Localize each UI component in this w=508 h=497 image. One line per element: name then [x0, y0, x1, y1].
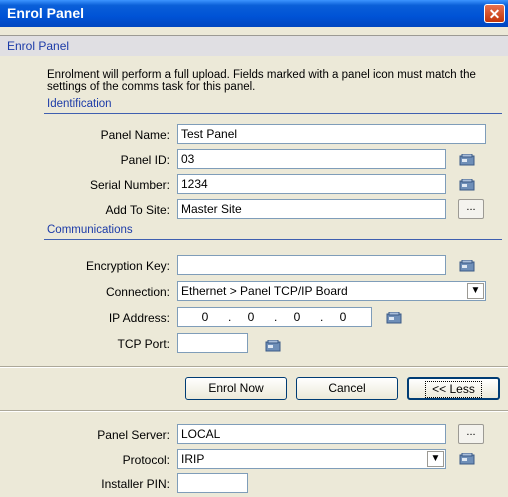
advanced-divider-highlight [0, 411, 508, 412]
server-browse-button[interactable]: ... [458, 424, 484, 444]
panel-icon [459, 260, 475, 272]
panel-name-field[interactable]: Test Panel [177, 124, 486, 144]
connection-label: Connection: [105, 285, 170, 299]
communications-divider [44, 239, 502, 240]
tcp-port-field[interactable] [177, 333, 248, 353]
panel-icon [459, 453, 475, 465]
ip-octet-3: 0 [293, 310, 301, 324]
panel-header: Enrol Panel [0, 36, 508, 56]
buttons-divider-highlight [0, 367, 508, 368]
panel-name-label: Panel Name: [100, 128, 170, 142]
ip-dot: . [228, 310, 232, 324]
communications-heading: Communications [47, 224, 133, 236]
encryption-key-field[interactable] [177, 255, 446, 275]
ip-dot: . [274, 310, 278, 324]
ip-octet-1: 0 [201, 310, 209, 324]
protocol-select[interactable]: IRIP [177, 449, 446, 469]
panel-server-field[interactable]: LOCAL [177, 424, 446, 444]
connection-select[interactable]: Ethernet > Panel TCP/IP Board [177, 281, 486, 301]
panel-icon [265, 340, 281, 352]
add-to-site-field[interactable]: Master Site [177, 199, 446, 219]
connection-value: Ethernet > Panel TCP/IP Board [181, 284, 348, 298]
installer-pin-field[interactable] [177, 473, 248, 493]
title-bar[interactable]: Enrol Panel ✕ [0, 0, 508, 27]
connection-dropdown-arrow-icon[interactable]: ▼ [467, 283, 484, 299]
encryption-key-label: Encryption Key: [85, 259, 170, 273]
panel-id-label: Panel ID: [120, 153, 170, 167]
panel-icon [459, 179, 475, 191]
serial-number-label: Serial Number: [89, 178, 170, 192]
enrol-now-button[interactable]: Enrol Now [185, 377, 287, 400]
panel-header-label: Enrol Panel [7, 39, 70, 53]
cancel-button[interactable]: Cancel [296, 377, 398, 400]
panel-icon [386, 312, 402, 324]
enrol-panel-dialog: Enrol Panel ✕ Enrol Panel Enrolment will… [0, 0, 508, 497]
less-button-label: << Less [425, 381, 482, 398]
ip-address-label: IP Address: [108, 311, 170, 325]
panel-id-field[interactable]: 03 [177, 149, 446, 169]
site-browse-button[interactable]: ... [458, 199, 484, 219]
enrolment-description: Enrolment will perform a full upload. Fi… [47, 69, 476, 93]
identification-heading: Identification [47, 98, 112, 110]
protocol-dropdown-arrow-icon[interactable]: ▼ [427, 451, 444, 467]
ip-octet-2: 0 [247, 310, 255, 324]
identification-divider [44, 113, 502, 114]
add-to-site-label: Add To Site: [105, 203, 171, 217]
less-button[interactable]: << Less [407, 377, 500, 400]
ip-dot: . [320, 310, 324, 324]
serial-number-field[interactable]: 1234 [177, 174, 446, 194]
tcp-port-label: TCP Port: [117, 337, 170, 351]
window-title: Enrol Panel [7, 5, 85, 21]
protocol-value: IRIP [181, 452, 205, 466]
close-button[interactable]: ✕ [484, 4, 505, 23]
panel-server-label: Panel Server: [97, 428, 170, 442]
installer-pin-label: Installer PIN: [101, 477, 170, 491]
panel-icon [459, 154, 475, 166]
protocol-label: Protocol: [122, 453, 170, 467]
ip-octet-4: 0 [339, 310, 347, 324]
